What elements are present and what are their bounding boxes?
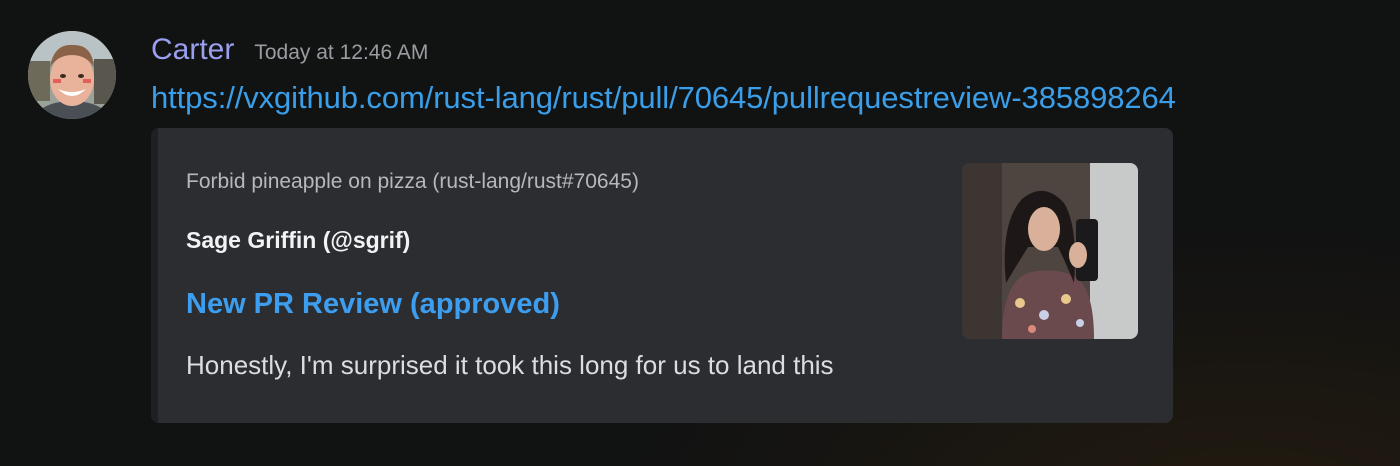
thumbnail-photo-icon (962, 163, 1138, 339)
embed-title[interactable]: New PR Review (approved) (186, 288, 560, 321)
link-embed: Forbid pineapple on pizza (rust-lang/rus… (151, 128, 1173, 423)
avatar-photo-icon (28, 31, 116, 119)
embed-thumbnail[interactable] (962, 163, 1138, 339)
embed-author[interactable]: Sage Griffin (@sgrif) (186, 227, 410, 254)
embed-accent-bar (151, 128, 158, 423)
username[interactable]: Carter (151, 33, 234, 67)
timestamp: Today at 12:46 AM (254, 41, 429, 64)
message-link[interactable]: https://vxgithub.com/rust-lang/rust/pull… (151, 80, 1176, 116)
embed-provider: Forbid pineapple on pizza (rust-lang/rus… (186, 170, 639, 193)
embed-description: Honestly, I'm surprised it took this lon… (186, 350, 834, 380)
user-avatar[interactable] (28, 31, 116, 119)
chat-message: Carter Today at 12:46 AM https://vxgithu… (0, 0, 1400, 466)
message-header: Carter Today at 12:46 AM (151, 33, 428, 73)
